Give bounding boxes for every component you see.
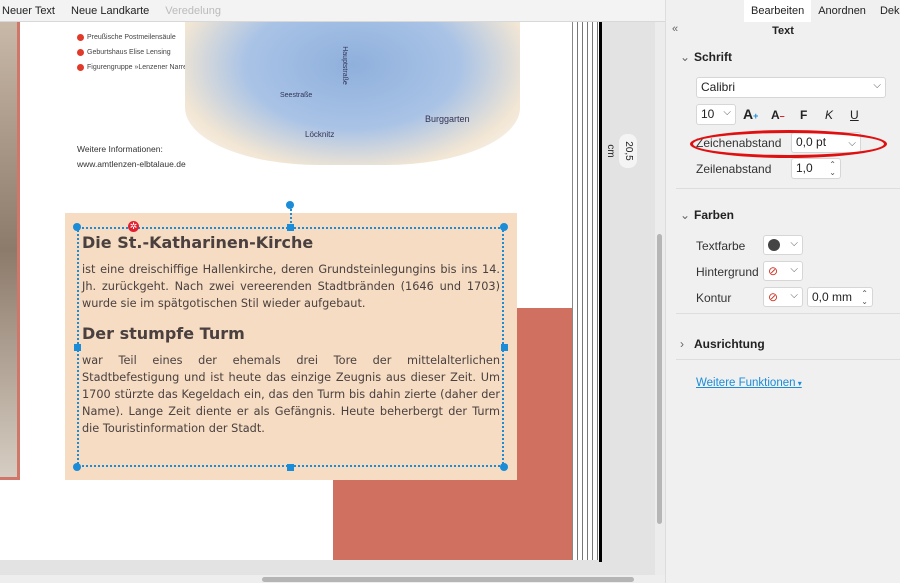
marker-icon <box>77 63 84 71</box>
resize-handle[interactable] <box>500 463 508 471</box>
divider <box>676 313 900 314</box>
horizontal-scrollbar[interactable] <box>0 575 665 583</box>
divider <box>676 359 900 360</box>
photo-image[interactable] <box>0 22 20 480</box>
legend-item: Preußische Postmeilensäule <box>87 34 176 41</box>
rotate-handle[interactable] <box>286 201 294 209</box>
resize-handle[interactable] <box>287 224 294 231</box>
background-color-picker[interactable]: ⊘ ⌵ <box>763 261 803 281</box>
outline-width-stepper[interactable]: 0,0 mm ⌃ ⌄ <box>807 287 873 307</box>
marker-icon <box>77 48 84 56</box>
info-title: Weitere Informationen: <box>77 144 163 154</box>
new-text-button[interactable]: Neuer Text <box>0 5 63 17</box>
info-block: Weitere Informationen: www.amtlenzen-elb… <box>77 142 186 172</box>
map-label: Burggarten <box>425 114 470 124</box>
chevron-down-icon: ⌵ <box>790 290 798 301</box>
shrink-font-button[interactable]: A– <box>771 108 785 122</box>
anchor-icon[interactable]: ✲ <box>128 221 139 232</box>
no-color-icon: ⊘ <box>768 264 779 278</box>
chevron-right-icon: › <box>680 337 684 351</box>
map-label: Seestraße <box>280 92 313 99</box>
line-spacing-label: Zeilenabstand <box>696 162 772 176</box>
chevron-down-icon: ⌵ <box>790 238 798 249</box>
map-label: Hauptstraße <box>340 46 348 85</box>
bold-button[interactable]: F <box>800 108 807 122</box>
highlight-annotation <box>690 130 887 158</box>
stepper-arrows-icon: ⌃ ⌄ <box>829 160 836 177</box>
more-functions-link[interactable]: Weitere Funktionen ▾ <box>696 377 802 389</box>
finishing-dropdown: Veredelung <box>165 4 221 17</box>
underline-button[interactable]: U <box>850 108 859 122</box>
tab-dekorieren[interactable]: Dekori <box>873 0 900 22</box>
section-schrift[interactable]: ⌄ Schrift <box>680 50 732 64</box>
tab-anordnen[interactable]: Anordnen <box>811 0 873 22</box>
outline-color-picker[interactable]: ⊘ ⌵ <box>763 287 803 307</box>
tab-bearbeiten[interactable]: Bearbeiten <box>744 0 812 22</box>
new-map-button[interactable]: Neue Landkarte <box>69 5 157 17</box>
selection-frame <box>77 227 504 467</box>
resize-handle[interactable] <box>501 344 508 351</box>
grow-font-button[interactable]: A+ <box>743 106 758 122</box>
canvas[interactable]: Preußische Postmeilensäule Geburtshaus E… <box>0 22 655 575</box>
chevron-down-icon: ⌵ <box>723 107 731 118</box>
chevron-down-icon: ⌵ <box>873 80 881 91</box>
vertical-scrollbar[interactable] <box>655 22 665 575</box>
page: Preußische Postmeilensäule Geburtshaus E… <box>0 22 572 560</box>
map-label: Löcknitz <box>305 130 335 139</box>
chevron-down-icon: ⌵ <box>790 264 798 275</box>
stepper-arrows-icon: ⌃ ⌄ <box>861 289 868 306</box>
divider <box>676 188 900 189</box>
panel-tabs: Bearbeiten Anordnen Dekori <box>666 0 900 22</box>
legend-item: Geburtshaus Elise Lensing <box>87 49 171 56</box>
panel-title: Text <box>772 25 794 37</box>
font-select[interactable]: Calibri ⌵ <box>696 77 886 98</box>
no-color-icon: ⊘ <box>768 290 779 304</box>
section-ausrichtung[interactable]: › Ausrichtung <box>680 337 765 351</box>
line-spacing-stepper[interactable]: 1,0 ⌃ ⌄ <box>791 158 841 179</box>
italic-button[interactable]: K <box>825 108 833 122</box>
section-farben[interactable]: ⌄ Farben <box>680 208 734 222</box>
chevron-down-icon: ⌄ <box>680 50 691 64</box>
outline-label: Kontur <box>696 291 732 305</box>
background-label: Hintergrund <box>696 265 759 279</box>
text-color-picker[interactable]: ⌵ <box>763 235 803 255</box>
marker-icon <box>77 33 84 41</box>
map-image[interactable]: Burggarten Löcknitz Seestraße Hauptstraß… <box>185 22 520 165</box>
page-edge-guides <box>572 22 602 562</box>
resize-handle[interactable] <box>73 463 81 471</box>
chevron-down-icon: ⌄ <box>680 208 691 222</box>
dimension-label: 20,5 cm <box>605 134 637 168</box>
properties-panel: Bearbeiten Anordnen Dekori « Text ⌄Schri… <box>665 0 900 583</box>
resize-handle[interactable] <box>74 344 81 351</box>
font-size-select[interactable]: 10 ⌵ <box>696 104 736 125</box>
color-swatch-icon <box>768 239 780 251</box>
resize-handle[interactable] <box>287 464 294 471</box>
toolbar: Neuer Text Neue Landkarte Veredelung <box>0 0 665 22</box>
info-url: www.amtlenzen-elbtalaue.de <box>77 159 186 169</box>
resize-handle[interactable] <box>73 223 81 231</box>
text-color-label: Textfarbe <box>696 239 746 253</box>
resize-handle[interactable] <box>500 223 508 231</box>
